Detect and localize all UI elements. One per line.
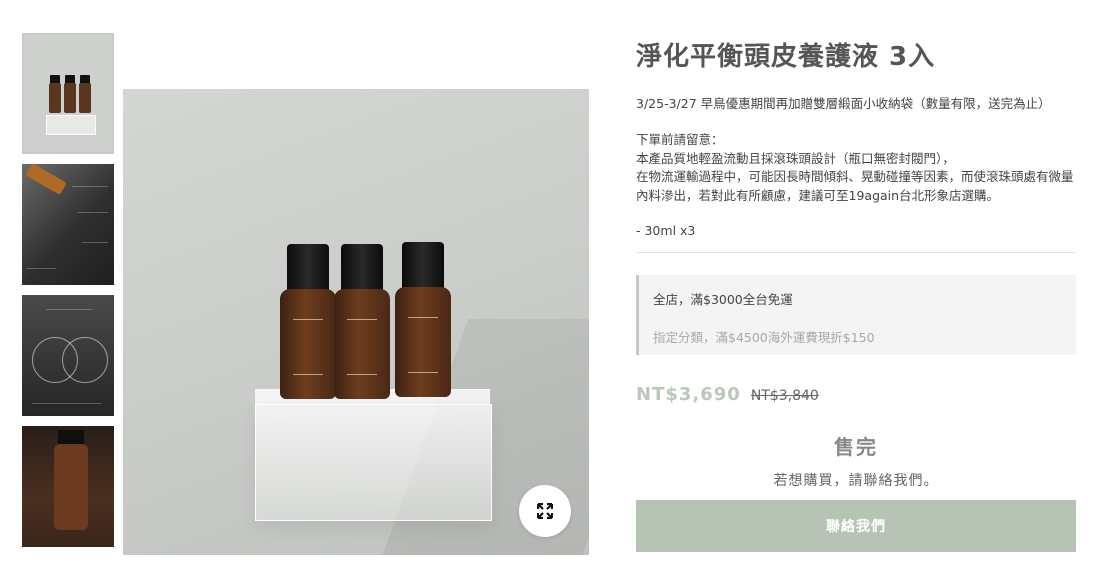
text-line bbox=[78, 212, 108, 213]
label-mark bbox=[347, 319, 377, 320]
acrylic-stand-shape bbox=[46, 115, 96, 135]
bottle-shape bbox=[49, 83, 61, 113]
bottle-1 bbox=[280, 289, 336, 399]
contact-prompt: 若想購買，請聯絡我們。 bbox=[773, 473, 939, 489]
notice-line: 下單前請留意： bbox=[636, 132, 724, 147]
promo-text: 3/25-3/27 早鳥優惠期間再加贈雙層緞面小收納袋（數量有限，送完為止） bbox=[636, 96, 1051, 111]
notice-line: 內料滲出，若對此有所顧慮，建議可至19again台北形象店選購。 bbox=[636, 187, 1000, 203]
order-notice: 下單前請留意： 本產品質地輕盈流動且採滾珠頭設計（瓶口無密封閥門）， 在物流運輸… bbox=[636, 131, 1076, 205]
bottle-3 bbox=[395, 287, 451, 397]
text-line bbox=[46, 309, 92, 310]
bottle-shape bbox=[79, 83, 91, 113]
shipping-promo-box: 全店，滿$3000全台免運 指定分類，滿$4500海外運費現折$150 bbox=[636, 275, 1076, 355]
expand-icon bbox=[537, 503, 553, 519]
text-line bbox=[82, 242, 108, 243]
expand-button[interactable] bbox=[519, 485, 571, 537]
thumbnail-4[interactable] bbox=[22, 426, 114, 547]
thumbnail-3[interactable] bbox=[22, 295, 114, 416]
dropper-shape bbox=[25, 164, 67, 196]
product-spec: - 30ml x3 bbox=[636, 223, 696, 238]
sale-price: NT$3,690 bbox=[636, 384, 741, 405]
price-row: NT$3,690 NT$3,840 bbox=[636, 384, 1076, 405]
divider bbox=[636, 252, 1076, 253]
text-line bbox=[72, 186, 108, 187]
notice-line: 在物流運輸過程中，可能因長時間傾斜、晃動碰撞等因素，而使滾珠頭處有微量 bbox=[636, 169, 1074, 184]
main-product-image[interactable] bbox=[123, 89, 589, 555]
thumbnail-list bbox=[22, 33, 114, 557]
thumbnail-1[interactable] bbox=[22, 33, 114, 154]
bottle-shape bbox=[54, 444, 88, 530]
acrylic-stand bbox=[255, 404, 492, 521]
sold-out-label: 售完 bbox=[834, 435, 878, 459]
contact-us-button[interactable]: 聯絡我們 bbox=[636, 500, 1076, 552]
bottle-shape bbox=[64, 83, 76, 113]
label-mark bbox=[293, 374, 323, 375]
label-mark bbox=[347, 374, 377, 375]
shipping-promo-2: 指定分類，滿$4500海外運費現折$150 bbox=[653, 330, 875, 345]
text-line bbox=[26, 268, 56, 269]
label-mark bbox=[408, 317, 438, 318]
notice-line: 本產品質地輕盈流動且採滾珠頭設計（瓶口無密封閥門）， bbox=[636, 150, 955, 166]
label-mark bbox=[293, 319, 323, 320]
circle-shape bbox=[62, 337, 108, 383]
text-line bbox=[32, 403, 102, 404]
shipping-promo-1: 全店，滿$3000全台免運 bbox=[653, 292, 793, 307]
thumbnail-2[interactable] bbox=[22, 164, 114, 285]
original-price: NT$3,840 bbox=[750, 388, 819, 404]
product-title: 淨化平衡頭皮養護液 3入 bbox=[636, 42, 936, 72]
bottle-2 bbox=[334, 289, 390, 399]
label-mark bbox=[408, 372, 438, 373]
product-info: 淨化平衡頭皮養護液 3入 3/25-3/27 早鳥優惠期間再加贈雙層緞面小收納袋… bbox=[636, 30, 1076, 552]
